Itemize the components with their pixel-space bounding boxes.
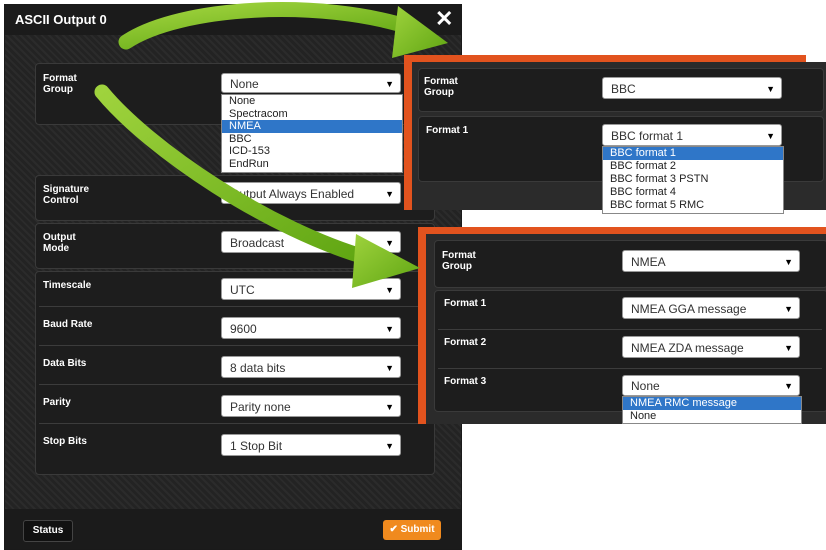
green-arrows-overlay (94, 2, 448, 288)
arrow-to-nmea-icon (94, 84, 420, 288)
arrow-to-bbc-icon (118, 2, 448, 58)
